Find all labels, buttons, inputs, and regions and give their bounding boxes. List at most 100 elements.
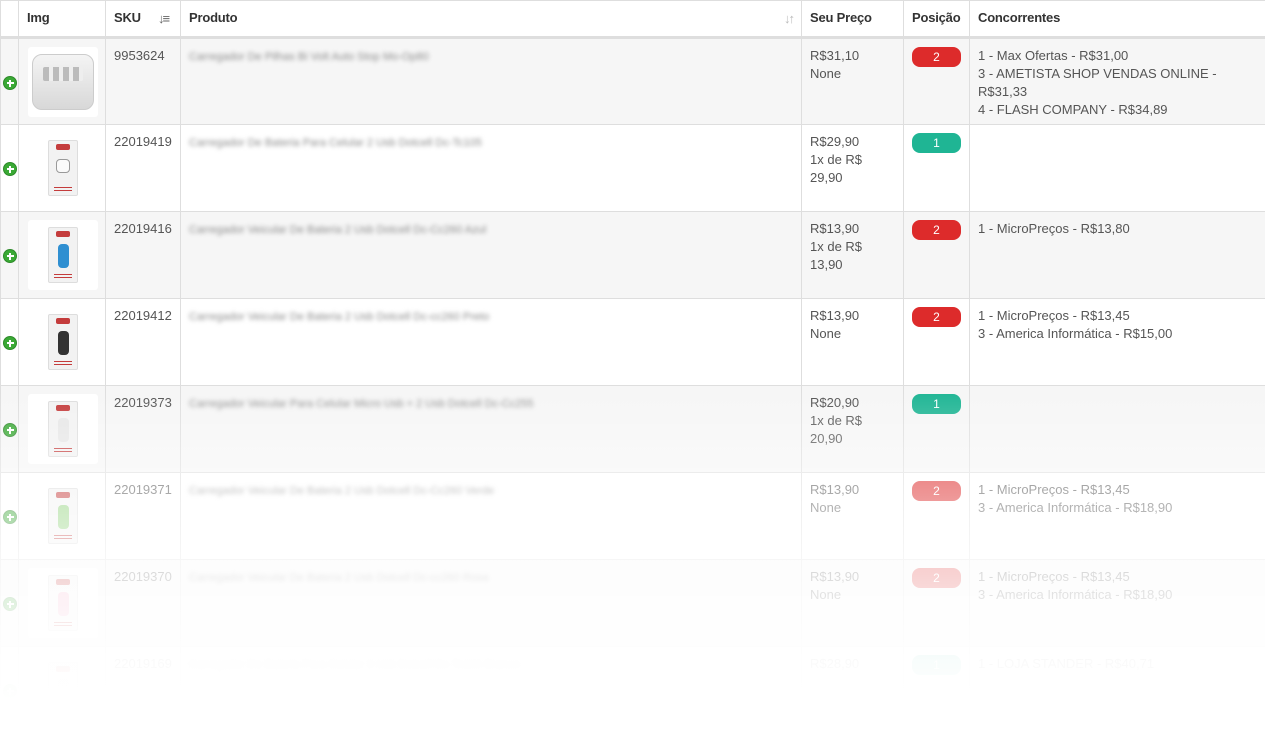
car-charger-black-image[interactable]	[28, 307, 98, 377]
concorrentes-cell: 1 - Max Ofertas - R$31,00 3 - AMETISTA SH…	[969, 37, 1265, 125]
preco-cell: R$13,90 None	[801, 298, 904, 386]
header-posicao[interactable]: Posição	[903, 0, 970, 39]
preco-value: R$29,90	[810, 134, 860, 149]
concorrente-item: 3 - America Informática - R$15,00	[978, 326, 1173, 341]
produto-cell[interactable]: Carregador Veicular De Bateria 2 Usb Dot…	[180, 472, 802, 560]
position-badge: 1	[912, 133, 961, 153]
preco-value: R$13,90	[810, 308, 860, 323]
position-badge: 2	[912, 47, 961, 67]
table-row[interactable]: 22019419 Carregador De Bateria Para Celul…	[0, 124, 1265, 212]
expand-cell	[0, 559, 19, 647]
produto-name: Carregador De Bateria Para Celular 2 Usb…	[189, 137, 482, 149]
concorrente-item: 3 - AMETISTA SHOP VENDAS ONLINE - R$31,3…	[978, 66, 1217, 99]
sku-cell: 22019373	[105, 385, 181, 473]
concorrentes-cell: 1 - LOJA STANDER - R$40,71	[969, 646, 1265, 734]
produto-cell[interactable]: Carregador De Pilhas Bi Volt Auto Stop M…	[180, 37, 802, 125]
header-preco[interactable]: Seu Preço	[801, 0, 904, 39]
preco-value: R$31,10	[810, 48, 860, 63]
produto-name: Carregador Veicular De Bateria 2 Usb Dot…	[189, 485, 495, 497]
car-charger-white-image[interactable]	[28, 394, 98, 464]
produto-cell[interactable]: Carregador Veicular De Bateria 2 Usb Dot…	[180, 211, 802, 299]
preco-cell: R$13,90 None	[801, 472, 904, 560]
produto-name: Carregador Veicular De Bateria 2 Usb Dot…	[189, 311, 490, 323]
produto-cell[interactable]: Carregador De Bateria Para Celular 3 Usb…	[180, 646, 802, 734]
concorrente-item: 1 - MicroPreços - R$13,45	[978, 569, 1130, 584]
expand-plus-icon[interactable]	[3, 423, 17, 437]
header-sku-label: SKU	[114, 10, 141, 25]
position-badge: 2	[912, 220, 961, 240]
produto-name: Carregador Veicular Para Celular Micro U…	[189, 398, 534, 410]
img-cell	[18, 646, 106, 734]
expand-cell	[0, 385, 19, 473]
sort-desc-icon[interactable]: ↓≡	[158, 11, 170, 26]
preco-value: R$13,90	[810, 482, 860, 497]
preco-cell: R$28,90	[801, 646, 904, 734]
preco-value: R$13,90	[810, 221, 860, 236]
concorrente-item: 1 - MicroPreços - R$13,45	[978, 308, 1130, 323]
expand-plus-icon[interactable]	[3, 597, 17, 611]
produto-cell[interactable]: Carregador De Bateria Para Celular 2 Usb…	[180, 124, 802, 212]
sku-cell: 22019416	[105, 211, 181, 299]
wall-charger-image[interactable]	[28, 47, 98, 117]
img-cell	[18, 298, 106, 386]
preco-installment: None	[810, 66, 842, 81]
table-row[interactable]: 9953624 Carregador De Pilhas Bi Volt Auto…	[0, 37, 1265, 125]
header-concorrentes[interactable]: Concorrentes	[969, 0, 1265, 39]
table-row[interactable]: 22019371 Carregador Veicular De Bateria 2…	[0, 472, 1265, 560]
produto-name: Carregador De Pilhas Bi Volt Auto Stop M…	[189, 51, 429, 63]
img-cell	[18, 124, 106, 212]
header-img[interactable]: Img	[18, 0, 106, 39]
concorrente-item: 1 - MicroPreços - R$13,45	[978, 482, 1130, 497]
posicao-cell: 2	[903, 37, 970, 125]
produto-name: Carregador Veicular De Bateria 2 Usb Dot…	[189, 224, 487, 236]
table-row[interactable]: 22019169 Carregador De Bateria Para Celul…	[0, 646, 1265, 734]
charger-package-image[interactable]	[28, 133, 98, 203]
expand-plus-icon[interactable]	[3, 162, 17, 176]
car-charger-green-image[interactable]	[28, 481, 98, 551]
position-badge: 2	[912, 481, 961, 501]
produto-cell[interactable]: Carregador Veicular De Bateria 2 Usb Dot…	[180, 298, 802, 386]
preco-cell: R$20,90 1x de R$ 20,90	[801, 385, 904, 473]
expand-cell	[0, 298, 19, 386]
position-badge: 2	[912, 568, 961, 588]
table-row[interactable]: 22019373 Carregador Veicular Para Celular…	[0, 385, 1265, 473]
expand-plus-icon[interactable]	[3, 336, 17, 350]
expand-plus-icon[interactable]	[3, 510, 17, 524]
concorrente-item: 1 - MicroPreços - R$13,80	[978, 221, 1130, 236]
concorrentes-cell	[969, 385, 1265, 473]
header-expand	[0, 0, 19, 39]
charger-white-image[interactable]	[28, 655, 98, 725]
header-produto[interactable]: Produto ↓↑	[180, 0, 802, 39]
img-cell	[18, 472, 106, 560]
sort-icon[interactable]: ↓↑	[784, 11, 795, 26]
expand-plus-icon[interactable]	[3, 249, 17, 263]
concorrente-item: 3 - America Informática - R$18,90	[978, 500, 1173, 515]
car-charger-blue-image[interactable]	[28, 220, 98, 290]
concorrentes-cell: 1 - MicroPreços - R$13,80	[969, 211, 1265, 299]
position-badge: 2	[912, 307, 961, 327]
table-header-row: Img SKU ↓≡ Produto ↓↑ Seu Preço Posição …	[0, 0, 1265, 39]
car-charger-pink-image[interactable]	[28, 568, 98, 638]
produto-name: Carregador Veicular De Bateria 2 Usb Dot…	[189, 572, 489, 584]
expand-plus-icon[interactable]	[3, 684, 17, 698]
produto-cell[interactable]: Carregador Veicular Para Celular Micro U…	[180, 385, 802, 473]
sku-cell: 22019412	[105, 298, 181, 386]
posicao-cell: 1	[903, 124, 970, 212]
table-row[interactable]: 22019416 Carregador Veicular De Bateria 2…	[0, 211, 1265, 299]
table-row[interactable]: 22019412 Carregador Veicular De Bateria 2…	[0, 298, 1265, 386]
table-row[interactable]: 22019370 Carregador Veicular De Bateria 2…	[0, 559, 1265, 647]
posicao-cell: 1	[903, 385, 970, 473]
concorrentes-cell	[969, 124, 1265, 212]
header-sku[interactable]: SKU ↓≡	[105, 0, 181, 39]
preco-installment: 1x de R$ 13,90	[810, 239, 863, 272]
expand-plus-icon[interactable]	[3, 76, 17, 90]
position-badge: 1	[912, 394, 961, 414]
posicao-cell: 2	[903, 211, 970, 299]
products-table-container: Img SKU ↓≡ Produto ↓↑ Seu Preço Posição …	[0, 0, 1265, 734]
preco-installment: 1x de R$ 20,90	[810, 413, 863, 446]
expand-cell	[0, 37, 19, 125]
table-body: 9953624 Carregador De Pilhas Bi Volt Auto…	[0, 37, 1265, 734]
preco-cell: R$31,10 None	[801, 37, 904, 125]
preco-value: R$20,90	[810, 395, 860, 410]
produto-cell[interactable]: Carregador Veicular De Bateria 2 Usb Dot…	[180, 559, 802, 647]
